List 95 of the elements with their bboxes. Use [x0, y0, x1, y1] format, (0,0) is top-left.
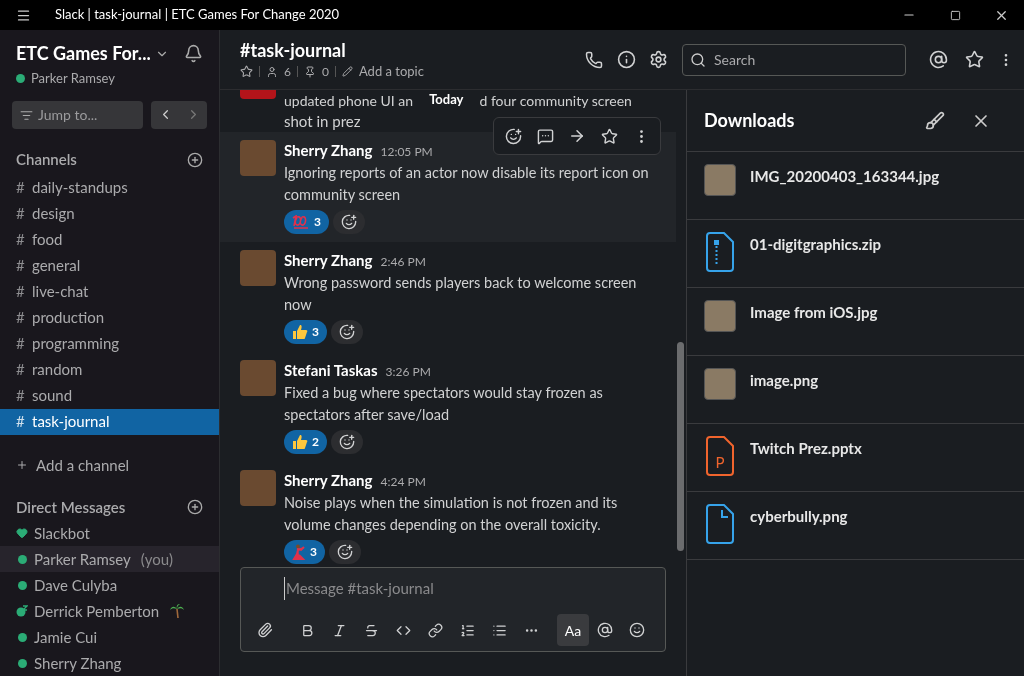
author-name[interactable]: Stefani Taskas: [284, 360, 378, 380]
author-name[interactable]: Sherry Zhang: [284, 250, 373, 270]
download-item[interactable]: cyberbully.png: [687, 492, 1024, 560]
search-field[interactable]: Search: [682, 43, 906, 76]
message-text: Noise plays when the simulation is not frozen and its volume changes depending on the overall toxicity.: [284, 493, 619, 535]
message-composer[interactable]: Message #task-journal Aa: [240, 567, 666, 652]
message-text: d four community screen: [479, 90, 632, 111]
phone-icon[interactable]: [584, 50, 604, 69]
window-title: Slack | task-journal | ETC Games For Change 2020: [55, 5, 340, 25]
download-item[interactable]: P Twitch Prez.pptx: [687, 424, 1024, 492]
channel-item[interactable]: # daily-standups: [0, 174, 219, 201]
download-item[interactable]: Image from iOS.jpg: [687, 288, 1024, 356]
palm-tree-icon: [169, 603, 186, 619]
author-name[interactable]: Sherry Zhang: [284, 140, 373, 160]
message-text: updated phone UI an: [284, 90, 414, 111]
add-channel-icon[interactable]: [187, 151, 203, 168]
pin-count[interactable]: 0: [321, 62, 329, 81]
member-icon[interactable]: [266, 65, 278, 78]
timestamp[interactable]: 2:46 PM: [380, 252, 426, 272]
menu-icon[interactable]: [16, 7, 31, 23]
direct-message-item[interactable]: Derrick Pemberton: [0, 598, 219, 624]
pin-icon[interactable]: [303, 65, 316, 78]
add-message-icon[interactable]: [187, 499, 203, 515]
message-text: Wrong password sends players back to welcome screen now: [284, 273, 638, 315]
add-reaction-icon[interactable]: [328, 540, 361, 564]
user-name: Parker Ramsey: [31, 69, 115, 88]
direct-message-item[interactable]: Dave Culyba: [0, 572, 219, 598]
direct-message-item[interactable]: Slackbot: [0, 520, 219, 546]
bell-icon[interactable]: [184, 44, 203, 63]
photo-thumbnail: [704, 164, 736, 196]
avatar-photo: [240, 90, 276, 99]
search-icon: [690, 51, 706, 68]
channel-item[interactable]: # random: [0, 356, 219, 383]
thumbs-up-emoji-icon: [292, 434, 308, 450]
avatar-photo: [240, 470, 276, 506]
channel-title[interactable]: #task-journal: [240, 37, 424, 62]
info-icon[interactable]: [616, 50, 636, 69]
author-name[interactable]: Sherry Zhang: [284, 470, 373, 490]
filter-icon: [20, 108, 33, 122]
hundred-points-emoji-icon: [292, 215, 310, 229]
member-count[interactable]: 6: [284, 62, 291, 81]
download-item[interactable]: 01-digitgraphics.zip: [687, 220, 1024, 288]
photo-thumbnail: [704, 300, 736, 332]
settings-icon[interactable]: [648, 50, 668, 69]
formatting-button[interactable]: Aa: [557, 614, 589, 646]
channel-item[interactable]: # design: [0, 200, 219, 227]
message-text: Fixed a bug where spectators would stay frozen as spectators after save/load: [284, 383, 604, 425]
download-item[interactable]: image.png: [687, 356, 1024, 424]
direct-message-item[interactable]: Parker Ramsey (you): [0, 546, 219, 572]
heart-icon: [16, 527, 28, 539]
timestamp[interactable]: 3:26 PM: [385, 362, 431, 382]
dancer-emoji-icon: [292, 544, 306, 560]
zip-file-icon: [704, 232, 736, 272]
jump-to-field[interactable]: Jump to...: [12, 100, 144, 129]
channel-item[interactable]: # programming: [0, 330, 219, 357]
file-icon: [704, 504, 736, 544]
section-heading[interactable]: Channels: [16, 148, 77, 171]
add-reaction-icon[interactable]: [332, 210, 365, 234]
photo-thumbnail: [704, 368, 736, 400]
add-topic-link[interactable]: Add a topic: [358, 61, 424, 82]
channel-item[interactable]: # production: [0, 304, 219, 331]
avatar-photo: [240, 360, 276, 396]
channel-item[interactable]: # general: [0, 252, 219, 279]
add-channel-link[interactable]: Add a channel: [36, 454, 130, 477]
timestamp[interactable]: 4:24 PM: [380, 472, 426, 492]
section-heading[interactable]: Direct Messages: [16, 495, 126, 519]
add-reaction-icon[interactable]: [330, 430, 363, 454]
plus-icon: [16, 459, 28, 472]
star-icon[interactable]: [240, 65, 253, 78]
message-text: shot in prez: [284, 110, 361, 132]
avatar-photo: [240, 140, 276, 176]
timestamp[interactable]: 12:05 PM: [380, 142, 433, 162]
reaction-pill[interactable]: 3: [284, 210, 329, 234]
slides-file-icon: P: [704, 436, 736, 476]
you-note: (you): [140, 548, 173, 570]
reaction-pill[interactable]: 3: [284, 320, 327, 344]
download-item[interactable]: IMG_20200403_163344.jpg: [687, 152, 1024, 220]
channel-item[interactable]: # task-journal: [0, 408, 219, 435]
add-reaction-icon[interactable]: [330, 320, 363, 344]
channel-item[interactable]: # sound: [0, 382, 219, 409]
direct-message-item[interactable]: Jamie Cui: [0, 624, 219, 650]
workspace-name[interactable]: ETC Games For...: [16, 40, 151, 67]
message-text: Ignoring reports of an actor now disable its report icon on community screen: [284, 163, 650, 205]
channel-item[interactable]: # live-chat: [0, 278, 219, 305]
panel-title: Downloads: [704, 108, 795, 133]
message-input[interactable]: Message #task-journal: [284, 577, 657, 600]
reaction-pill[interactable]: 2: [284, 430, 327, 454]
thumbs-up-emoji-icon: [292, 324, 308, 340]
scrollbar-thumb[interactable]: [677, 342, 684, 551]
avatar-photo: [240, 250, 276, 286]
direct-message-item[interactable]: Sherry Zhang: [0, 650, 219, 676]
away-status-icon: [16, 605, 28, 617]
channel-item[interactable]: # food: [0, 226, 219, 253]
pencil-icon[interactable]: [341, 66, 353, 77]
reaction-pill[interactable]: 3: [284, 540, 325, 564]
